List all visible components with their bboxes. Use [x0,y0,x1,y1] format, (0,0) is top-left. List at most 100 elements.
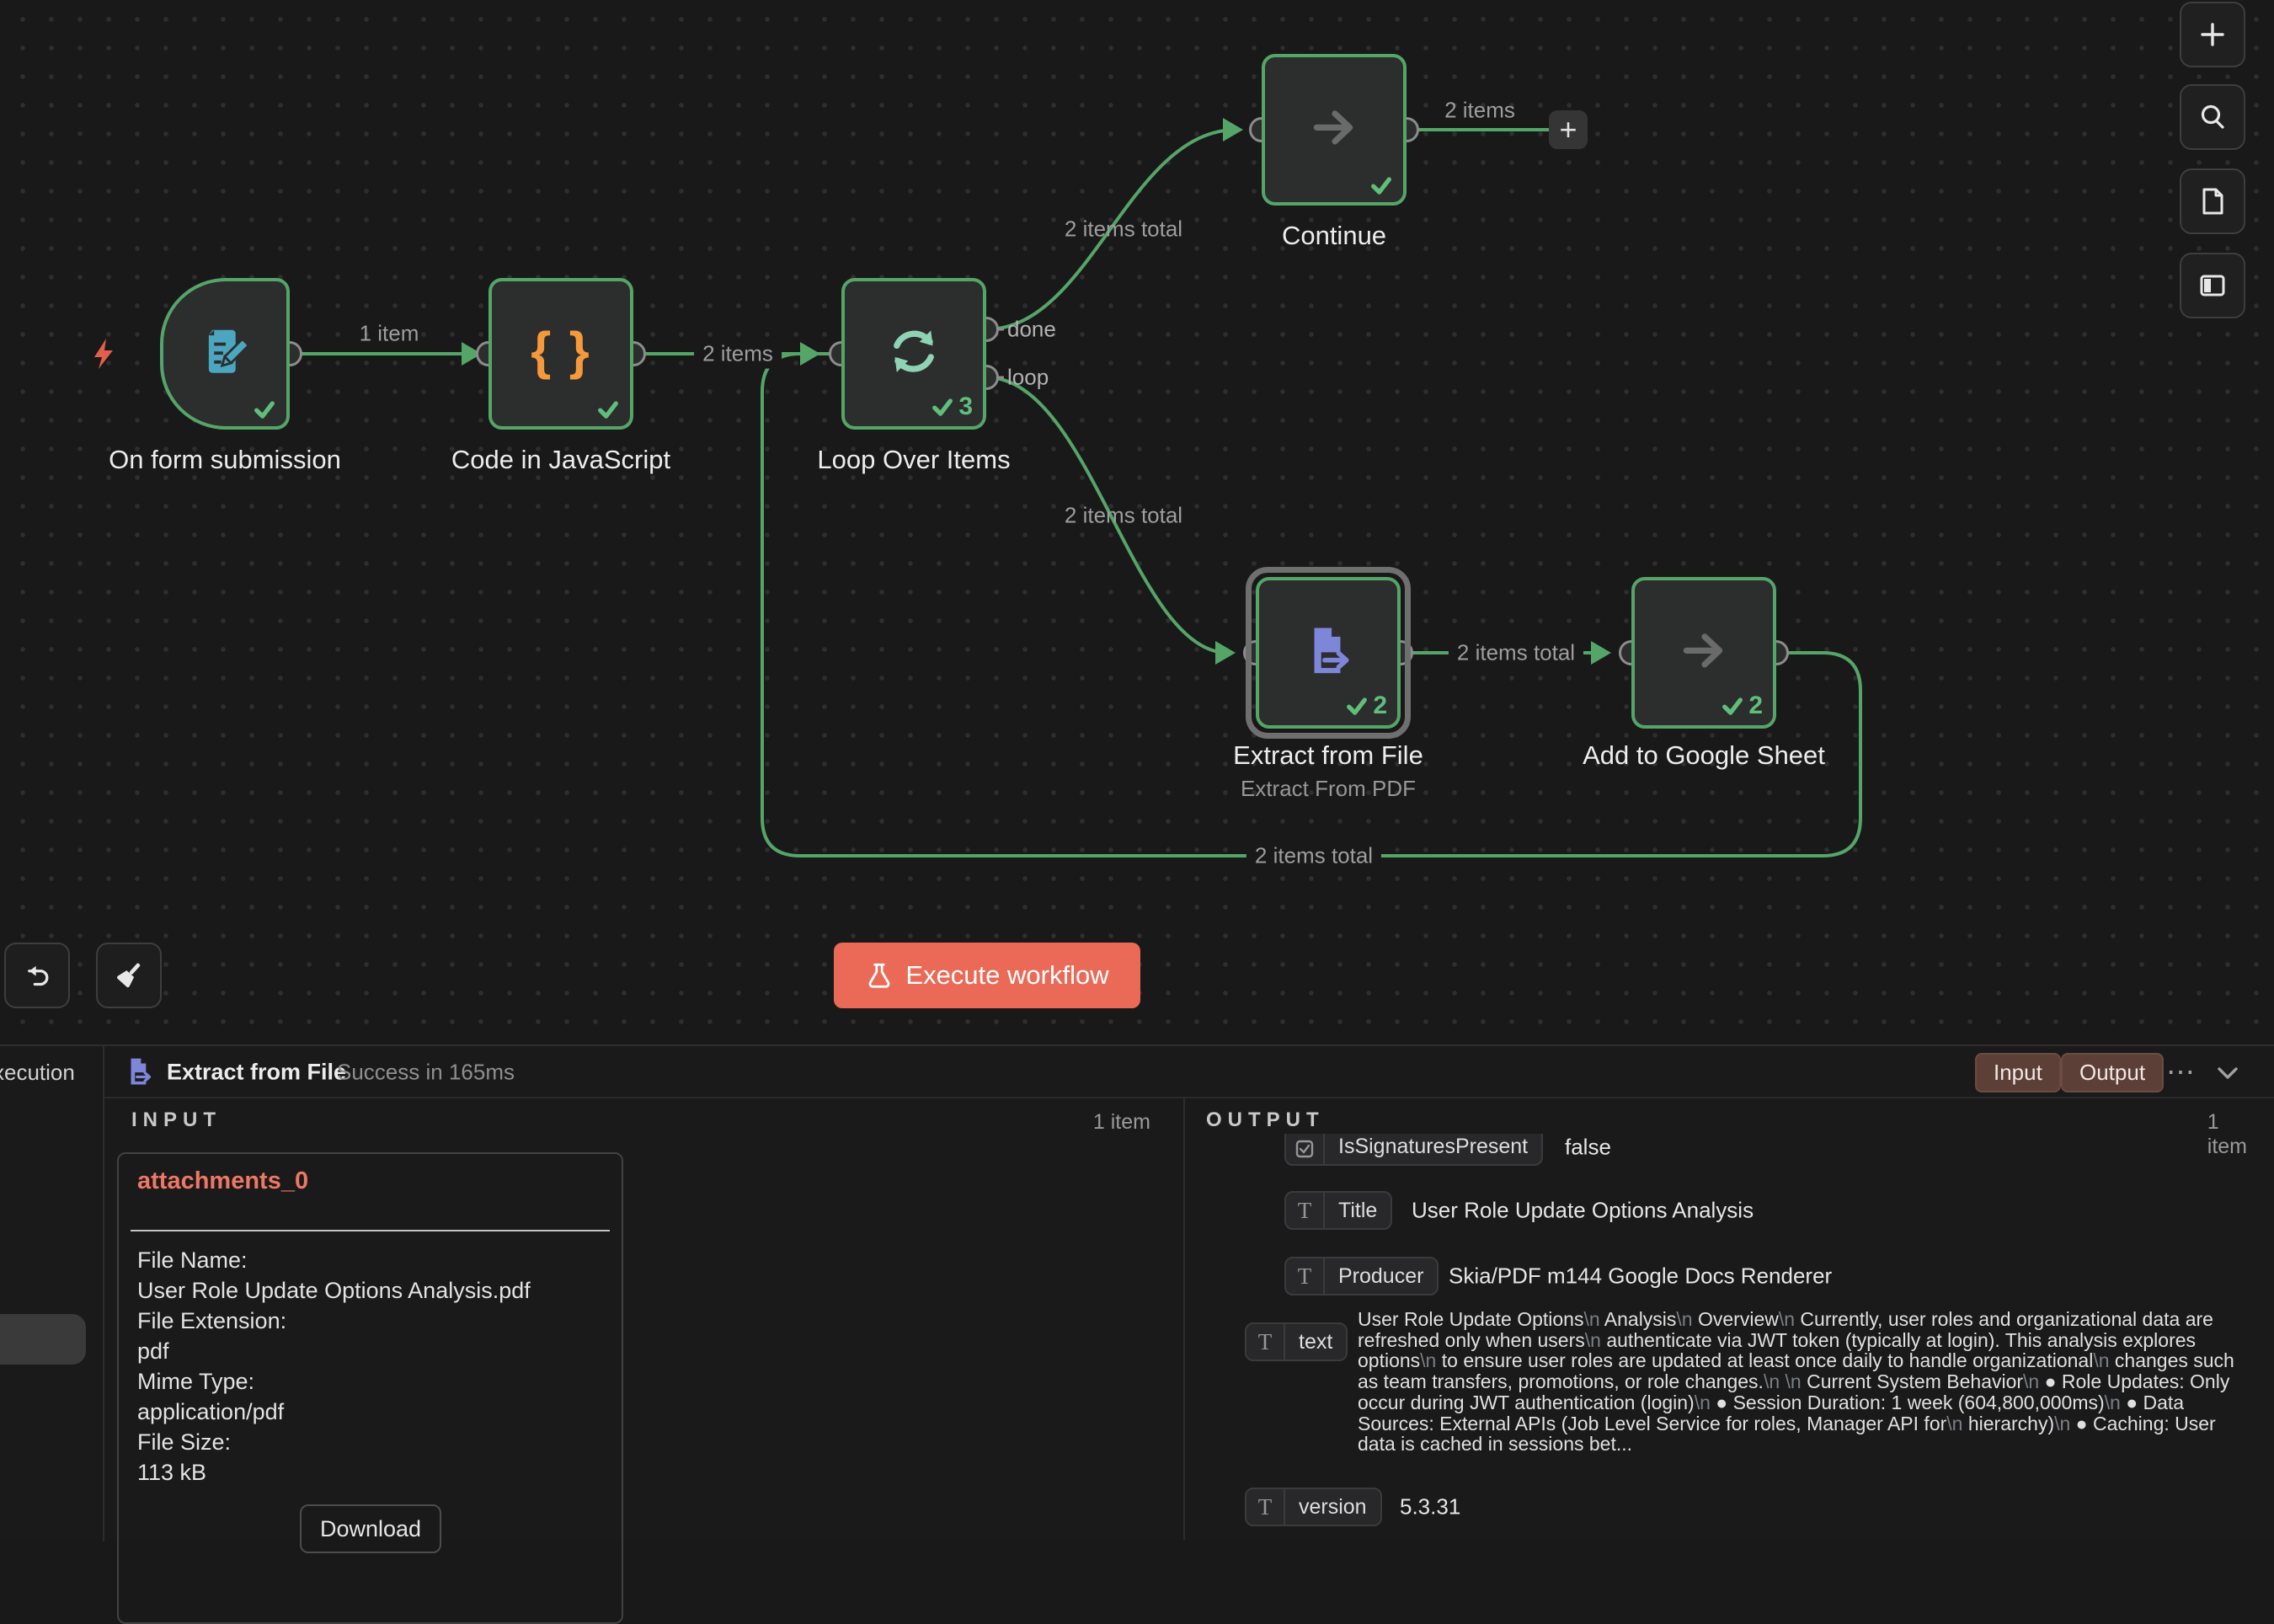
output-tab-button[interactable]: Output [2061,1053,2164,1092]
arrow-right-icon [1676,622,1732,678]
flask-icon [865,961,894,990]
node-label-on-form-submission: On form submission [73,445,376,475]
node-label-extract-from-file: Extract from File [1177,740,1480,771]
plus-icon [2197,19,2229,51]
node-loop-over-items[interactable]: 3 [841,278,986,430]
check-icon [596,398,620,421]
search-button[interactable] [2180,84,2245,150]
output-value: Skia/PDF m144 Google Docs Renderer [1449,1263,1832,1290]
output-key-badge: T Producer [1284,1257,1439,1295]
search-icon [2197,101,2229,133]
file-field-label: File Extension: [137,1306,609,1336]
output-text-value: User Role Update Options\n Analysis\n Ov… [1358,1309,2247,1455]
node-sublabel-extract-from-pdf: Extract From PDF [1177,776,1480,802]
document-icon [2197,185,2229,217]
toggle-panel-button[interactable] [2180,253,2245,318]
arrow-right-icon [1306,99,1362,155]
file-field-value: User Role Update Options Analysis.pdf [137,1275,609,1306]
execute-workflow-button[interactable]: Execute workflow [834,943,1140,1008]
workflow-canvas[interactable]: 1 item 2 items 2 items total 2 items tot… [0,0,2274,1044]
check-icon [253,398,276,421]
execute-workflow-label: Execute workflow [905,960,1108,991]
edge-arrowheads [462,118,1611,665]
chevron-down-icon[interactable] [2215,1065,2240,1082]
input-section-heading: INPUT [131,1108,222,1132]
run-count: 2 [1373,692,1387,720]
string-type-icon: T [1246,1324,1285,1360]
file-detail-fields: File Name: User Role Update Options Anal… [137,1245,609,1488]
string-type-icon: T [1286,1258,1325,1294]
sticky-note-button[interactable] [2180,168,2245,234]
node-success-check: 2 [1721,692,1763,720]
output-key-label: text [1285,1330,1346,1354]
check-icon [1369,174,1393,197]
execution-rail[interactable]: xecution [0,1046,104,1541]
port-label-done: done [1007,317,1056,343]
download-button[interactable]: Download [300,1504,441,1553]
edge-label-1-item: 1 item [360,321,419,347]
panel-status: Success in 165ms [337,1060,515,1086]
edge-label-extract-sheet: 2 items total [1449,638,1583,668]
add-node-button[interactable] [2180,2,2245,67]
output-key-badge: T text [1245,1322,1348,1361]
undo-icon [19,958,55,993]
edge-label-2-items: 2 items [694,339,782,369]
extract-file-icon [123,1055,155,1087]
card-divider [131,1230,610,1231]
edge-label-done-total: 2 items total [1065,216,1182,243]
file-field-value: 113 kB [137,1457,609,1488]
output-rows: IsSignaturesPresent false T Title User R… [1183,1134,2274,1540]
node-label-loop-over-items: Loop Over Items [762,445,1065,475]
output-section-heading: OUTPUT [1206,1108,1325,1132]
node-add-to-google-sheet[interactable]: 2 [1631,577,1776,729]
node-on-form-submission[interactable] [160,278,290,430]
file-field-value: application/pdf [137,1397,609,1427]
more-options-button[interactable]: ⋯ [2166,1055,2195,1089]
split-columns-icon [2197,270,2229,302]
check-icon [1345,694,1369,718]
loop-icon [883,321,944,382]
rail-partial-label: xecution [0,1060,75,1086]
node-continue[interactable] [1262,54,1407,206]
node-extract-from-file[interactable]: 2 [1256,577,1401,729]
node-success-check [253,398,276,421]
file-field-value: pdf [137,1336,609,1366]
edge-label-loop-total: 2 items total [1065,503,1182,529]
node-label-add-to-google-sheet: Add to Google Sheet [1552,740,1855,771]
output-value: 5.3.31 [1400,1494,1460,1520]
run-count: 2 [1748,692,1763,720]
checkbox-icon [1295,1140,1314,1158]
node-success-check: 3 [931,393,973,421]
extract-file-icon [1300,622,1356,678]
rail-flyout-tab[interactable] [0,1314,86,1365]
output-key-label: IsSignaturesPresent [1325,1135,1541,1159]
edge-label-loopback: 2 items total [1246,841,1381,871]
input-item-count: 1 item [1093,1110,1150,1135]
output-key-label: Producer [1325,1264,1437,1289]
add-node-endpoint-button[interactable]: + [1549,110,1588,149]
run-count: 3 [958,393,973,421]
file-field-label: File Size: [137,1427,609,1457]
check-icon [1721,694,1744,718]
port-label-loop: loop [1007,365,1049,391]
node-success-check [596,398,620,421]
node-success-check [1369,174,1393,197]
code-braces-icon: { } [531,322,590,382]
node-label-continue: Continue [1182,221,1486,251]
output-key-label: version [1285,1495,1380,1520]
trigger-lightning-icon [88,337,121,371]
string-type-icon: T [1286,1193,1325,1228]
check-icon [931,395,954,419]
string-type-icon: T [1246,1489,1285,1525]
form-icon [196,323,254,380]
output-key-badge: IsSignaturesPresent [1284,1134,1543,1166]
output-key-label: Title [1325,1199,1391,1223]
attachment-card-title: attachments_0 [137,1167,308,1195]
node-code-in-javascript[interactable]: { } [488,278,633,430]
clear-execution-button[interactable] [96,943,162,1008]
file-field-label: File Name: [137,1245,609,1275]
input-tab-button[interactable]: Input [1975,1053,2061,1092]
panel-node-title: Extract from File [167,1060,346,1086]
output-key-badge: T version [1245,1488,1382,1526]
undo-button[interactable] [4,943,70,1008]
